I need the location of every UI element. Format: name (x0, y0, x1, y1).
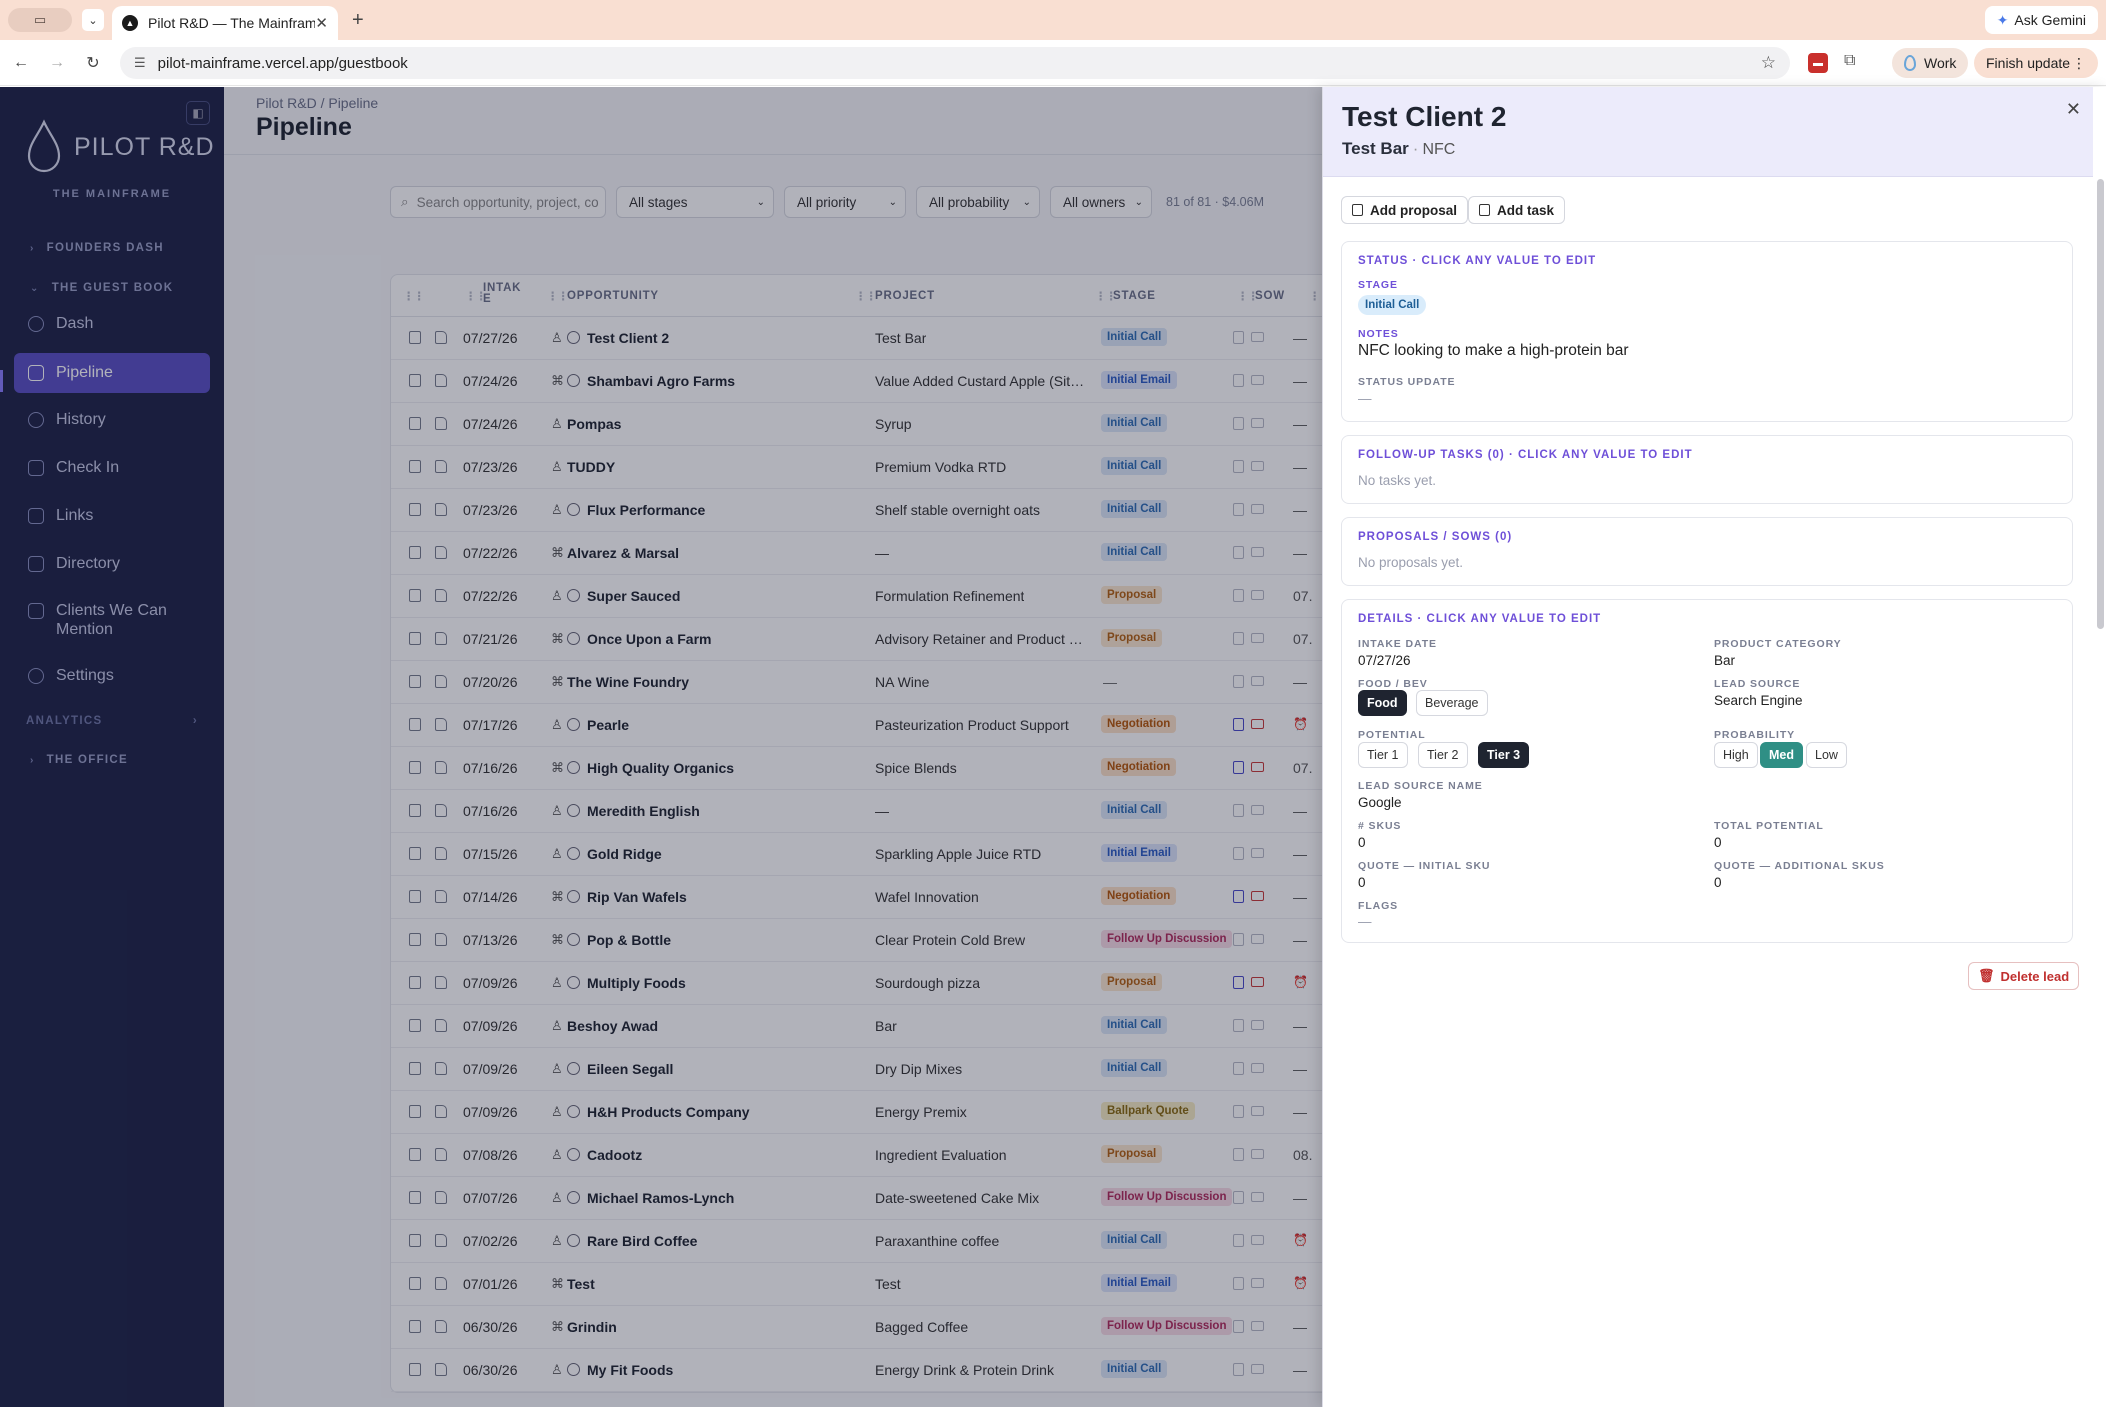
close-tab-icon[interactable]: ✕ (315, 14, 328, 32)
quote-initial-value[interactable]: 0 (1358, 875, 1366, 890)
details-card: DETAILS · CLICK ANY VALUE TO EDIT INTAKE… (1341, 599, 2073, 943)
extension-icon[interactable]: ▬ (1808, 53, 1828, 73)
trash-icon: 🗑 (1978, 968, 1995, 983)
proposals-card-title: PROPOSALS / SOWS (0) (1358, 531, 1513, 543)
product-category-label: PRODUCT CATEGORY (1714, 638, 1842, 650)
add-proposal-label: Add proposal (1370, 202, 1457, 218)
stage-pill[interactable]: Initial Call (1358, 295, 1427, 315)
beverage-chip[interactable]: Beverage (1416, 690, 1488, 716)
forward-arrow-icon[interactable]: → (42, 54, 72, 72)
panel-project: Test Bar (1342, 139, 1409, 158)
intake-date-label: INTAKE DATE (1358, 638, 1437, 650)
proposals-empty: No proposals yet. (1358, 555, 1464, 570)
lead-source-name-value[interactable]: Google (1358, 795, 1402, 810)
panel-title: Test Client 2 (1342, 101, 1507, 132)
total-potential-value[interactable]: 0 (1714, 835, 1722, 850)
checkbox-icon (1479, 204, 1490, 216)
tab-search-button[interactable]: ⌄ (82, 9, 104, 31)
flags-label: FLAGS (1358, 900, 1399, 912)
food-bev-label: FOOD / BEV (1358, 678, 1428, 690)
quote-additional-value[interactable]: 0 (1714, 875, 1722, 890)
browser-toolbar: ← → ↻ ☰ pilot-mainframe.vercel.app/guest… (0, 40, 2106, 86)
panel-subtitle: Test Bar · NFC (1342, 139, 1455, 159)
flags-value[interactable]: — (1358, 914, 1372, 929)
add-task-button[interactable]: Add task (1468, 196, 1566, 224)
close-icon[interactable]: ✕ (2066, 99, 2081, 120)
browser-tabbar: ▭ ⌄ ▲ Pilot R&D — The Mainframe ✕ + ✦ As… (0, 0, 2106, 40)
tab-title: Pilot R&D — The Mainframe (148, 15, 316, 31)
lead-detail-panel: Test Client 2 Test Bar · NFC ✕ Add proposa… (1322, 87, 2106, 1407)
url-text: pilot-mainframe.vercel.app/guestbook (157, 54, 408, 72)
tier3-chip[interactable]: Tier 3 (1478, 742, 1530, 768)
profile-button[interactable]: Work (1892, 48, 1969, 78)
finish-update-label: Finish update (1986, 55, 2071, 71)
proposals-card: PROPOSALS / SOWS (0) No proposals yet. (1341, 517, 2073, 586)
product-category-value[interactable]: Bar (1714, 653, 1735, 668)
puzzle-extensions-icon[interactable]: ⧉ (1844, 52, 1855, 70)
stage-label: STAGE (1358, 279, 1398, 291)
quote-initial-label: QUOTE — INITIAL SKU (1358, 860, 1491, 872)
details-card-title: DETAILS · CLICK ANY VALUE TO EDIT (1358, 613, 1602, 625)
panel-scrollbar[interactable] (2097, 179, 2104, 629)
modal-backdrop[interactable] (0, 87, 1322, 1407)
quote-additional-label: QUOTE — ADDITIONAL SKUS (1714, 860, 1885, 872)
bookmark-star-icon[interactable]: ☆ (1761, 53, 1776, 73)
tasks-card-title: FOLLOW-UP TASKS (0) · CLICK ANY VALUE TO… (1358, 449, 1693, 461)
probability-high-chip[interactable]: High (1714, 742, 1758, 768)
notes-value[interactable]: NFC looking to make a high-protein bar (1358, 342, 1629, 360)
total-potential-label: TOTAL POTENTIAL (1714, 820, 1824, 832)
food-chip[interactable]: Food (1358, 690, 1407, 716)
document-icon (1352, 204, 1363, 216)
add-proposal-button[interactable]: Add proposal (1341, 196, 1468, 224)
kebab-menu-icon[interactable]: ⋮ (2072, 55, 2086, 72)
status-update-label: STATUS UPDATE (1358, 376, 1456, 388)
lead-source-label: LEAD SOURCE (1714, 678, 1801, 690)
browser-tab[interactable]: ▲ Pilot R&D — The Mainframe ✕ (112, 6, 338, 40)
skus-value[interactable]: 0 (1358, 835, 1366, 850)
window-controls[interactable]: ▭ (8, 8, 72, 32)
tier1-chip[interactable]: Tier 1 (1358, 742, 1408, 768)
panel-category: NFC (1422, 141, 1456, 158)
tasks-empty: No tasks yet. (1358, 473, 1437, 488)
lead-source-name-label: LEAD SOURCE NAME (1358, 780, 1483, 792)
ask-gemini-button[interactable]: ✦ Ask Gemini (1984, 6, 2098, 34)
delete-lead-button[interactable]: 🗑 Delete lead (1968, 962, 2080, 990)
site-settings-icon[interactable]: ☰ (134, 55, 146, 71)
lead-source-value[interactable]: Search Engine (1714, 693, 1803, 708)
profile-drop-icon (1904, 55, 1916, 71)
finish-update-button[interactable]: Finish update ⋮ (1974, 48, 2098, 78)
delete-lead-label: Delete lead (2000, 968, 2070, 984)
profile-label: Work (1924, 55, 1957, 71)
panel-header: Test Client 2 Test Bar · NFC ✕ (1323, 87, 2093, 177)
pilot-favicon-icon: ▲ (122, 15, 138, 31)
gemini-sparkle-icon: ✦ (1996, 11, 2009, 28)
probability-med-chip[interactable]: Med (1760, 742, 1803, 768)
probability-low-chip[interactable]: Low (1806, 742, 1847, 768)
skus-label: # SKUS (1358, 820, 1402, 832)
ask-gemini-label: Ask Gemini (2014, 12, 2086, 28)
tier2-chip[interactable]: Tier 2 (1418, 742, 1468, 768)
probability-label: PROBABILITY (1714, 729, 1796, 741)
new-tab-button[interactable]: + (352, 9, 364, 32)
status-card-title: STATUS · CLICK ANY VALUE TO EDIT (1358, 255, 1597, 267)
status-card: STATUS · CLICK ANY VALUE TO EDIT STAGE I… (1341, 241, 2073, 422)
potential-label: POTENTIAL (1358, 729, 1426, 741)
reload-icon[interactable]: ↻ (78, 53, 108, 73)
notes-label: NOTES (1358, 328, 1399, 340)
separator-dot: · (1412, 139, 1419, 158)
add-task-label: Add task (1497, 202, 1555, 218)
status-update-value[interactable]: — (1358, 391, 1372, 406)
address-bar[interactable]: ☰ pilot-mainframe.vercel.app/guestbook ☆ (120, 47, 1790, 79)
intake-date-value[interactable]: 07/27/26 (1358, 653, 1411, 668)
tasks-card: FOLLOW-UP TASKS (0) · CLICK ANY VALUE TO… (1341, 435, 2073, 504)
back-arrow-icon[interactable]: ← (6, 54, 36, 72)
